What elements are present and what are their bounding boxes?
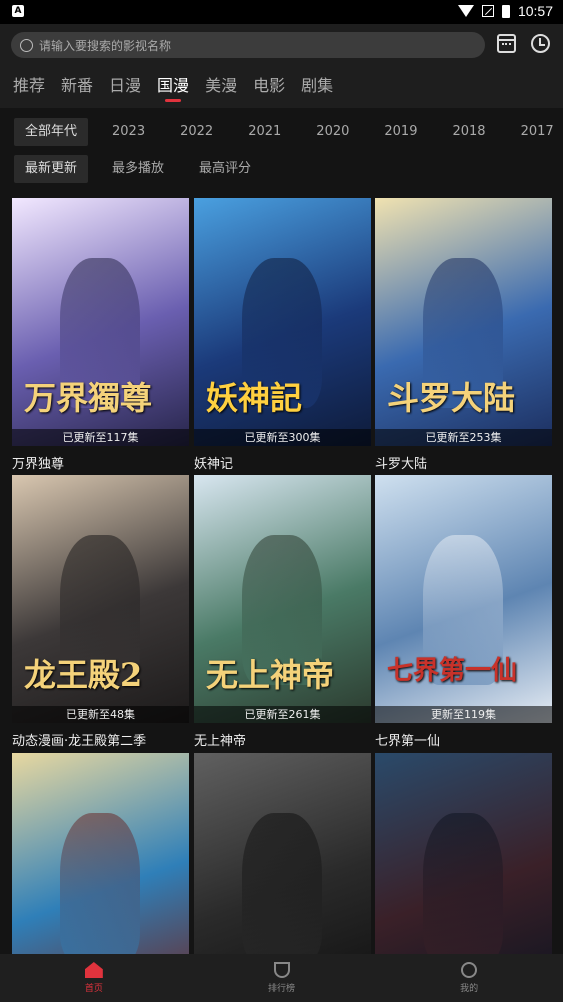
poster-art: 龙王殿2 [12,475,189,723]
poster-logo: 斗罗大陆 [387,379,516,417]
sort-chip[interactable]: 最多播放 [101,155,175,183]
episode-badge: 已更新至300集 [194,429,371,446]
tab-item[interactable]: 电影 [253,72,285,102]
year-chip[interactable]: 全部年代 [14,118,89,146]
tab-item[interactable]: 剧集 [301,72,333,102]
episode-badge: 已更新至253集 [375,429,552,446]
poster-image[interactable]: 无上神帝已更新至261集 [194,475,371,723]
poster-image[interactable]: 七界第一仙更新至119集 [375,475,552,723]
poster-art: 斗罗大陆 [375,198,552,446]
header: 请输入要搜索的影视名称 推荐 新番 日漫 国漫 美漫 电影 剧集 [0,24,563,108]
anime-title[interactable]: 七界第一仙 [375,730,552,749]
episode-badge: 已更新至117集 [12,429,189,446]
sort-chip[interactable]: 最新更新 [14,155,89,183]
poster-image[interactable]: 斗罗大陆已更新至253集 [375,198,552,446]
tab-item[interactable]: 国漫 [157,72,189,102]
year-chip[interactable]: 2022 [169,118,224,146]
nav-label: 我的 [460,984,479,994]
category-tabs: 推荐 新番 日漫 国漫 美漫 电影 剧集 [13,72,333,102]
character-figure [242,813,322,963]
tab-item[interactable]: 日漫 [109,72,141,102]
signal-off-icon [481,5,494,17]
anime-title[interactable]: 妖神记 [194,453,371,472]
year-chip[interactable]: 2017 [510,118,563,146]
wifi-icon [457,5,474,17]
anime-title[interactable]: 斗罗大陆 [375,453,552,472]
filter-panel: 全部年代20232022202120202019201820172 最新更新最多… [0,108,563,190]
poster-art: 妖神記 [194,198,371,446]
home-icon [84,962,103,978]
poster-image[interactable]: 万界獨尊已更新至117集 [12,198,189,446]
year-filter-row: 全部年代20232022202120202019201820172 [14,118,563,146]
episode-badge: 已更新至261集 [194,706,371,723]
poster-logo: 七界第一仙 [387,656,518,686]
anime-card[interactable]: 妖神記已更新至300集 妖神记 [194,198,371,472]
anime-card[interactable]: 七界第一仙 更新至119集 七界第一仙 [375,475,552,749]
year-chip[interactable]: 2021 [237,118,292,146]
nav-label: 首页 [84,984,103,994]
anime-title[interactable]: 无上神帝 [194,730,371,749]
trophy-icon [273,962,290,978]
tab-item[interactable]: 美漫 [205,72,237,102]
bottom-navigation: 首页 排行榜 我的 [0,954,563,1002]
poster-logo: 万界獨尊 [24,379,153,417]
nav-label: 排行榜 [268,984,296,994]
status-time: 10:57 [517,3,553,19]
year-chip[interactable]: 2023 [101,118,156,146]
nav-item[interactable]: 首页 [0,954,188,1002]
anime-title[interactable]: 动态漫画·龙王殿第二季 [12,730,189,749]
poster-logo: 无上神帝 [206,656,335,694]
sort-chip[interactable]: 最高评分 [188,155,262,183]
poster-image[interactable]: 龙王殿2 已更新至48集 [12,475,189,723]
calendar-icon[interactable] [497,34,516,53]
anime-title[interactable]: 万界独尊 [12,453,189,472]
sort-filter-row: 最新更新 最多播放 最高评分 [14,155,275,183]
poster-art: 七界第一仙 [375,475,552,723]
anime-card[interactable]: 万界獨尊已更新至117集 万界独尊 [12,198,189,472]
poster-art: 无上神帝 [194,475,371,723]
poster-art: 万界獨尊 [12,198,189,446]
search-input[interactable]: 请输入要搜索的影视名称 [11,32,485,58]
year-chip[interactable]: 2019 [373,118,428,146]
nav-item[interactable]: 我的 [375,954,563,1002]
character-figure [423,813,503,963]
notification-icon: A [12,5,24,17]
anime-card[interactable]: 无上神帝 已更新至261集 无上神帝 [194,475,371,749]
episode-badge: 更新至119集 [375,706,552,723]
anime-card[interactable]: 斗罗大陆 已更新至253集 斗罗大陆 [375,198,552,472]
battery-icon [501,4,510,18]
tab-item[interactable]: 推荐 [13,72,45,102]
episode-badge: 已更新至48集 [12,706,189,723]
tab-item[interactable]: 新番 [61,72,93,102]
nav-item[interactable]: 排行榜 [188,954,376,1002]
character-figure [60,813,140,963]
search-icon [20,38,33,52]
year-chip[interactable]: 2020 [305,118,360,146]
poster-logo: 龙王殿2 [24,656,143,694]
status-bar: A 10:57 [0,0,563,24]
poster-logo: 妖神記 [206,379,303,417]
profile-icon [461,962,478,978]
history-clock-icon[interactable] [531,34,550,53]
anime-card[interactable]: 龙王殿2 已更新至48集 动态漫画·龙王殿第二季 [12,475,189,749]
poster-image[interactable]: 妖神記已更新至300集 [194,198,371,446]
year-chip[interactable]: 2018 [441,118,496,146]
search-placeholder: 请输入要搜索的影视名称 [39,38,172,53]
